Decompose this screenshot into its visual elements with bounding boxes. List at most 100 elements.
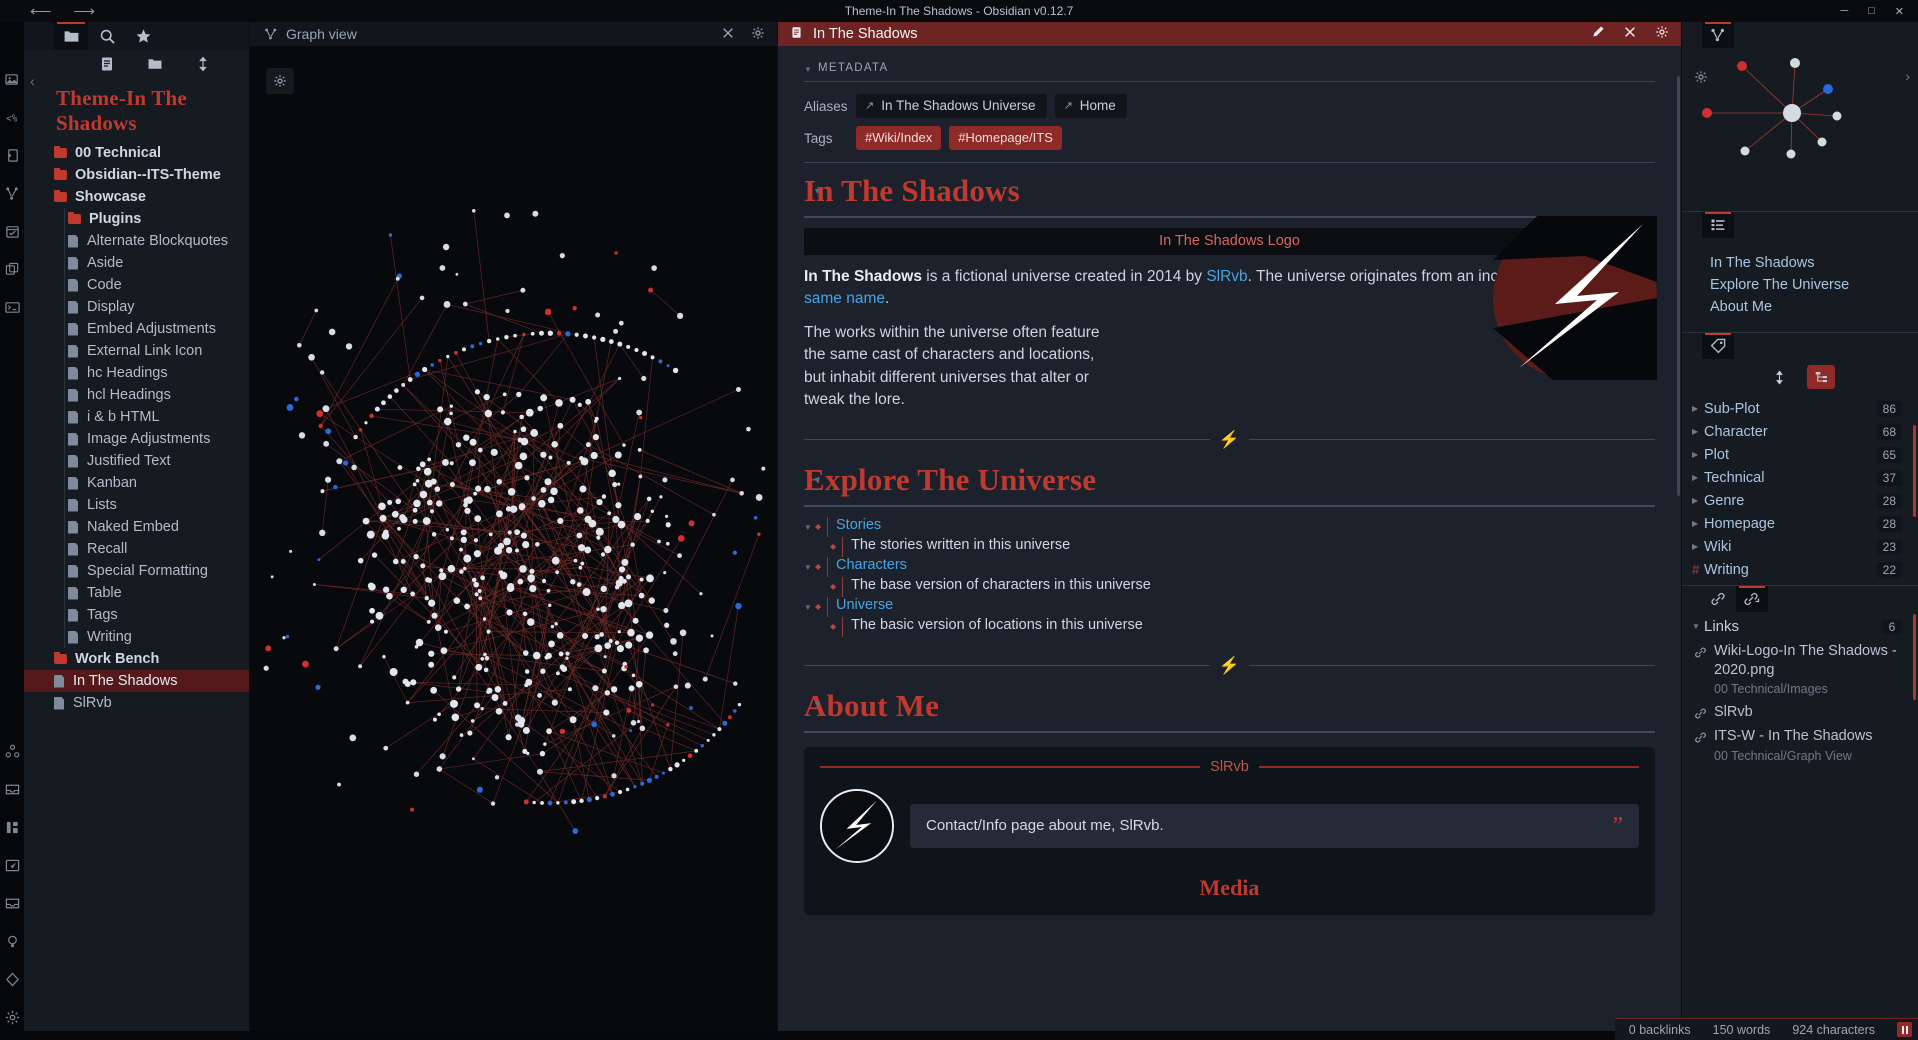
local-graph-canvas[interactable] [1682, 48, 1918, 211]
collapse-triangle-icon[interactable]: ▼ [1692, 622, 1704, 631]
tags-scrollbar[interactable] [1913, 425, 1916, 517]
tree-file[interactable]: Lists [24, 494, 249, 516]
image-icon[interactable] [3, 70, 21, 88]
expand-triangle-icon[interactable]: ▶ [1692, 496, 1704, 505]
back-button[interactable]: ⟵ [30, 4, 52, 19]
tree-folder[interactable]: Obsidian--ITS-Theme [24, 164, 249, 186]
outline-item[interactable]: In The Shadows [1682, 252, 1918, 274]
tree-file[interactable]: hcl Headings [24, 384, 249, 406]
alias-pill[interactable]: ↗Home [1055, 94, 1127, 118]
expand-triangle-icon[interactable]: ▶ [1692, 542, 1704, 551]
tree-folder[interactable]: 00 Technical [24, 142, 249, 164]
expand-triangle-icon[interactable]: ▶ [1692, 427, 1704, 436]
tab-local-graph[interactable] [1702, 22, 1734, 48]
tree-file[interactable]: Alternate Blockquotes [24, 230, 249, 252]
slrvb-link[interactable]: SlRvb [1206, 268, 1247, 285]
archive-icon[interactable] [3, 894, 21, 912]
tree-file[interactable]: SlRvb [24, 692, 249, 714]
template-code-icon[interactable]: <% [3, 108, 21, 126]
tree-file[interactable]: i & b HTML [24, 406, 249, 428]
graph-view-options-button[interactable] [751, 26, 765, 43]
nested-tags-button[interactable] [1807, 365, 1835, 389]
tag-row[interactable]: ▶Character68 [1682, 420, 1918, 443]
tree-file[interactable]: External Link Icon [24, 340, 249, 362]
links-title-row[interactable]: ▼ Links 6 [1682, 612, 1918, 639]
collapse-left-sidebar-button[interactable]: ‹ [30, 74, 35, 88]
note-scrollbar[interactable] [1677, 76, 1680, 496]
tab-outline[interactable] [1702, 212, 1734, 238]
tree-file[interactable]: Writing [24, 626, 249, 648]
close-button[interactable]: ✕ [1895, 5, 1904, 18]
tag-row[interactable]: #Writing22 [1682, 558, 1918, 581]
tab-outgoing-links[interactable] [1736, 586, 1768, 612]
edit-note-button[interactable] [1591, 25, 1605, 43]
new-folder-button[interactable] [147, 56, 163, 76]
tag-row[interactable]: ▶Sub-Plot86 [1682, 397, 1918, 420]
new-note-button[interactable] [99, 56, 115, 76]
outline-item[interactable]: About Me [1682, 296, 1918, 318]
send-icon[interactable] [3, 856, 21, 874]
same-name-link[interactable]: same name [804, 290, 885, 307]
alias-pill[interactable]: ↗In The Shadows Universe [856, 94, 1047, 118]
copy-cards-icon[interactable] [3, 260, 21, 278]
pause-icon[interactable] [1897, 1022, 1912, 1037]
expand-triangle-icon[interactable]: ▶ [1692, 519, 1704, 528]
tag-row[interactable]: ▶Wiki23 [1682, 535, 1918, 558]
close-graph-view-button[interactable] [721, 26, 735, 43]
collapse-triangle-icon[interactable]: ▼ [804, 517, 815, 532]
note-import-icon[interactable] [3, 146, 21, 164]
expand-triangle-icon[interactable]: ▶ [1692, 450, 1704, 459]
tree-file[interactable]: Justified Text [24, 450, 249, 472]
list-item-link[interactable]: Stories [836, 517, 881, 533]
tag-row[interactable]: ▶Plot65 [1682, 443, 1918, 466]
sidebar-tab-starred[interactable] [126, 22, 160, 50]
tree-file[interactable]: Code [24, 274, 249, 296]
tag-pill[interactable]: #Homepage/ITS [949, 126, 1062, 150]
collapse-triangle-icon[interactable]: ▼ [804, 65, 813, 74]
terminal-icon[interactable] [3, 298, 21, 316]
expand-collapse-button[interactable] [195, 56, 211, 76]
note-options-button[interactable] [1655, 25, 1669, 43]
kanban-icon[interactable] [3, 818, 21, 836]
tree-file[interactable]: Display [24, 296, 249, 318]
molecule-icon[interactable] [3, 742, 21, 760]
collapse-triangle-icon[interactable]: ▼ [804, 597, 815, 612]
graph-canvas[interactable] [250, 46, 777, 1040]
link-item[interactable]: ITS-W - In The Shadows [1682, 724, 1918, 748]
tag-row[interactable]: ▶Technical37 [1682, 466, 1918, 489]
tree-folder[interactable]: Work Bench [24, 648, 249, 670]
tab-tags[interactable] [1702, 333, 1734, 359]
list-item-link[interactable]: Characters [836, 557, 907, 573]
expand-triangle-icon[interactable]: ▶ [1692, 404, 1704, 413]
tree-folder[interactable]: Plugins [24, 208, 249, 230]
tree-file[interactable]: Aside [24, 252, 249, 274]
fold-triangle-icon[interactable]: ▼ [813, 187, 822, 196]
settings-gear-icon[interactable] [3, 1008, 21, 1026]
tree-file[interactable]: Image Adjustments [24, 428, 249, 450]
inbox-icon[interactable] [3, 780, 21, 798]
tag-row[interactable]: ▶Genre28 [1682, 489, 1918, 512]
diamond-icon[interactable] [3, 970, 21, 988]
tree-file[interactable]: Naked Embed [24, 516, 249, 538]
close-note-button[interactable] [1623, 25, 1637, 43]
expand-triangle-icon[interactable]: ▶ [1692, 473, 1704, 482]
minimize-button[interactable]: ─ [1840, 5, 1848, 18]
tree-file[interactable]: Tags [24, 604, 249, 626]
bulb-icon[interactable] [3, 932, 21, 950]
tree-file[interactable]: hc Headings [24, 362, 249, 384]
daily-note-icon[interactable] [3, 222, 21, 240]
sidebar-tab-search[interactable] [90, 22, 124, 50]
tag-row[interactable]: ▶Homepage28 [1682, 512, 1918, 535]
collapse-triangle-icon[interactable]: ▼ [804, 557, 815, 572]
outline-item[interactable]: Explore The Universe [1682, 274, 1918, 296]
links-scrollbar[interactable] [1913, 614, 1916, 700]
list-item-link[interactable]: Universe [836, 597, 893, 613]
fold-triangle-icon[interactable]: ▼ [813, 476, 822, 485]
tree-file[interactable]: Special Formatting [24, 560, 249, 582]
graph-icon[interactable] [3, 184, 21, 202]
sort-tags-button[interactable] [1765, 365, 1793, 389]
forward-button[interactable]: ⟶ [74, 4, 96, 19]
tree-file[interactable]: Table [24, 582, 249, 604]
link-item[interactable]: Wiki-Logo-In The Shadows - 2020.png [1682, 639, 1918, 682]
tree-folder[interactable]: Showcase [24, 186, 249, 208]
